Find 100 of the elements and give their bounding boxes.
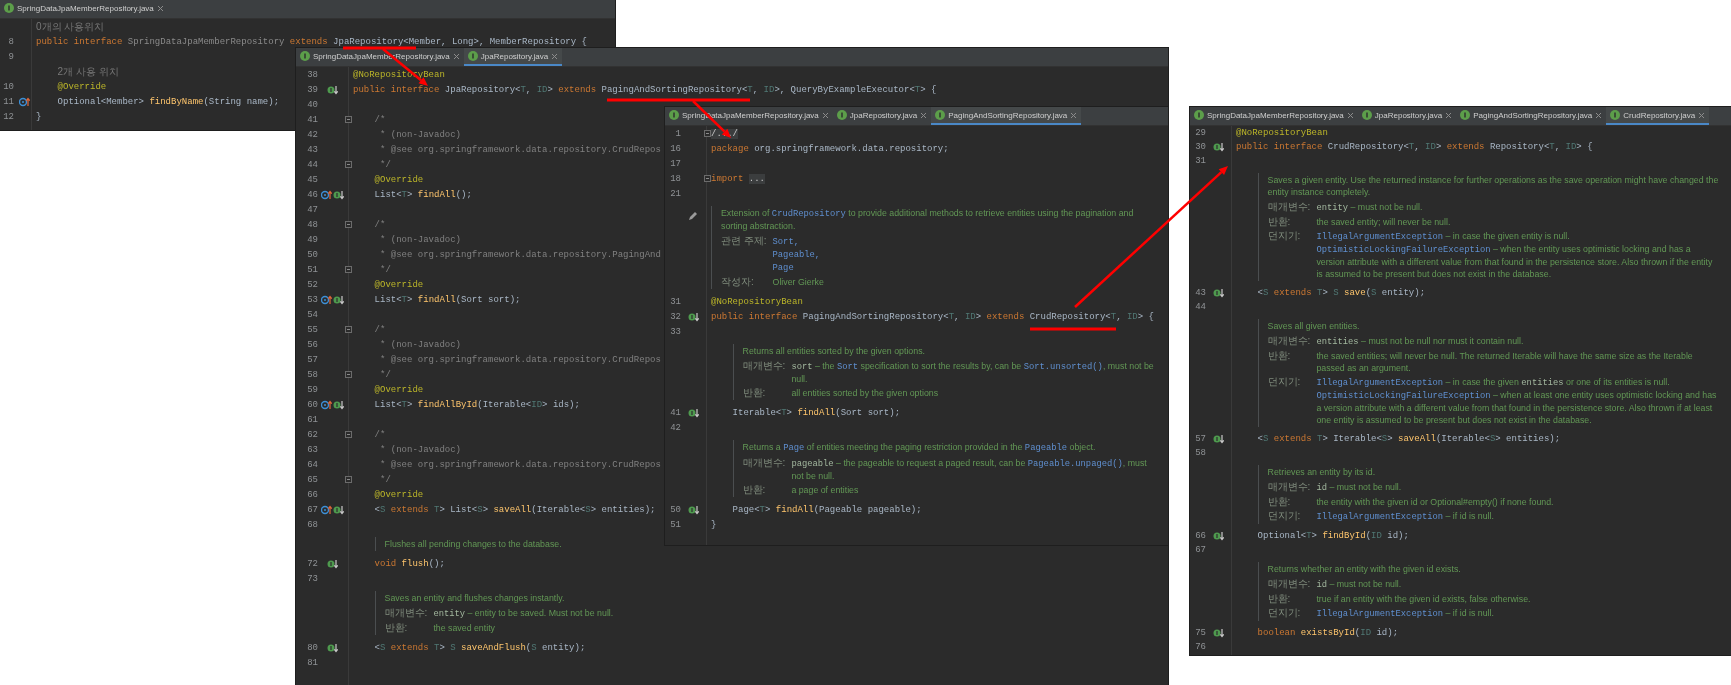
doc-link[interactable]: Pageable.unpaged() [1027, 459, 1123, 469]
code-line: List<T> findAll(Sort sort); [374, 294, 521, 305]
editor-tab[interactable]: PagingAndSortingRepository.java [1456, 107, 1607, 125]
line-number: 43 [1195, 288, 1206, 298]
fold-icon[interactable] [345, 266, 352, 273]
line-number: 42 [670, 422, 681, 433]
close-icon[interactable] [1595, 111, 1603, 119]
implemented-down-icon[interactable] [1212, 531, 1224, 541]
doc-text: IllegalArgumentException – in case the given entity is null. [1316, 230, 1571, 243]
doc-link[interactable]: OptimisticLockingFailureException [1316, 245, 1491, 255]
close-icon[interactable] [1698, 111, 1706, 119]
file-type-icon [669, 110, 679, 120]
doc-text: entity – entity to be saved. Must not be null. [433, 607, 615, 620]
editor-tab[interactable]: JpaRepository.java [832, 107, 932, 125]
doc-link[interactable]: Sort.unsorted() [1023, 362, 1103, 372]
override-up-icon[interactable] [18, 96, 30, 107]
doc-link[interactable]: Sort [836, 362, 859, 372]
doc-link[interactable]: Sort, [772, 237, 799, 247]
doc-link[interactable]: IllegalArgumentException [1316, 378, 1444, 388]
editor-tab[interactable]: SpringDataJpaMemberRepository.java [1190, 107, 1358, 125]
implemented-down-icon[interactable] [332, 504, 344, 515]
close-icon[interactable] [156, 4, 164, 12]
fold-icon[interactable] [345, 116, 352, 123]
usage-hint[interactable]: 0개의 사용위치 [36, 19, 105, 34]
line-number: 49 [307, 234, 318, 245]
doc-link[interactable]: Pageable [1024, 443, 1068, 453]
pencil-icon[interactable] [688, 211, 698, 221]
doc-link[interactable]: CrudRepository [771, 209, 846, 219]
line-number: 59 [307, 384, 318, 395]
line-number: 73 [307, 573, 318, 584]
doc-link[interactable]: IllegalArgumentException [1316, 512, 1444, 522]
doc-link[interactable]: OptimisticLockingFailureException [1316, 391, 1491, 401]
line-number: 1 [675, 128, 681, 139]
editor-tab[interactable]: SpringDataJpaMemberRepository.java [0, 0, 168, 18]
code-line: * (non-Javadoc) [379, 444, 461, 455]
code-line: @Override [374, 279, 424, 290]
doc-link[interactable]: Page [783, 443, 805, 453]
close-icon[interactable] [920, 111, 928, 119]
fold-icon[interactable] [345, 221, 352, 228]
implemented-down-icon[interactable] [332, 189, 344, 200]
close-icon[interactable] [551, 52, 559, 60]
implemented-down-icon[interactable] [332, 399, 344, 410]
line-number: 16 [670, 143, 681, 154]
fold-icon[interactable] [703, 130, 711, 137]
line-number: 68 [307, 519, 318, 530]
close-icon[interactable] [452, 52, 460, 60]
implemented-down-icon[interactable] [326, 84, 338, 95]
fold-icon[interactable] [345, 476, 352, 483]
implemented-down-icon[interactable] [1212, 628, 1224, 638]
implemented-down-icon[interactable] [326, 558, 338, 569]
implemented-down-icon[interactable] [1212, 434, 1224, 444]
implemented-down-icon[interactable] [687, 311, 699, 322]
code-line: package org.springframework.data.repository; [711, 143, 949, 154]
fold-icon[interactable] [703, 175, 711, 182]
line-number: 17 [670, 158, 681, 169]
editor-tab[interactable]: PagingAndSortingRepository.java [931, 107, 1082, 125]
close-icon[interactable] [1346, 111, 1354, 119]
fold-icon[interactable] [345, 326, 352, 333]
override-up-icon[interactable] [320, 504, 332, 515]
usage-hint[interactable]: 2개 사용 위치 [57, 64, 119, 79]
doc-text: all entities sorted by the given options [791, 387, 940, 399]
doc-text: id – must not be null. [1316, 481, 1403, 494]
implemented-down-icon[interactable] [1212, 288, 1224, 298]
implemented-down-icon[interactable] [332, 294, 344, 305]
close-icon[interactable] [1445, 111, 1453, 119]
code-line: List<T> findAll(); [374, 189, 472, 200]
implemented-down-icon[interactable] [687, 504, 699, 515]
editor-tab[interactable]: CrudRepository.java [1606, 107, 1710, 125]
line-number: 9 [8, 51, 14, 62]
doc-link[interactable]: IllegalArgumentException [1316, 609, 1444, 619]
fold-icon[interactable] [345, 371, 352, 378]
doc-label: 반환: [384, 622, 409, 634]
implemented-down-icon[interactable] [1212, 142, 1224, 152]
line-number: 47 [307, 204, 318, 215]
file-type-icon [4, 3, 14, 13]
doc-link[interactable]: IllegalArgumentException [1316, 232, 1444, 242]
code-line: * (non-Javadoc) [379, 234, 461, 245]
line-number: 67 [307, 504, 318, 515]
doc-label: 반환: [742, 387, 767, 399]
line-number: 8 [8, 36, 14, 47]
editor-tab[interactable]: JpaRepository.java [463, 48, 563, 66]
implemented-down-icon[interactable] [687, 407, 699, 418]
line-number: 10 [3, 81, 14, 92]
line-number: 31 [1195, 156, 1206, 166]
doc-link[interactable]: Page [772, 263, 794, 273]
line-number: 57 [307, 354, 318, 365]
editor-tab[interactable]: JpaRepository.java [1357, 107, 1457, 125]
override-up-icon[interactable] [320, 189, 332, 200]
close-icon[interactable] [1070, 111, 1078, 119]
doc-link[interactable]: Pageable, [772, 250, 821, 260]
line-number: 44 [307, 159, 318, 170]
fold-icon[interactable] [345, 431, 352, 438]
fold-icon[interactable] [345, 161, 352, 168]
implemented-down-icon[interactable] [326, 642, 338, 653]
line-number: 11 [3, 96, 14, 107]
doc-label: 매개변수: [1267, 335, 1311, 348]
override-up-icon[interactable] [320, 399, 332, 410]
override-up-icon[interactable] [320, 294, 332, 305]
doc-label: 던지기: [1267, 230, 1302, 243]
close-icon[interactable] [821, 111, 829, 119]
